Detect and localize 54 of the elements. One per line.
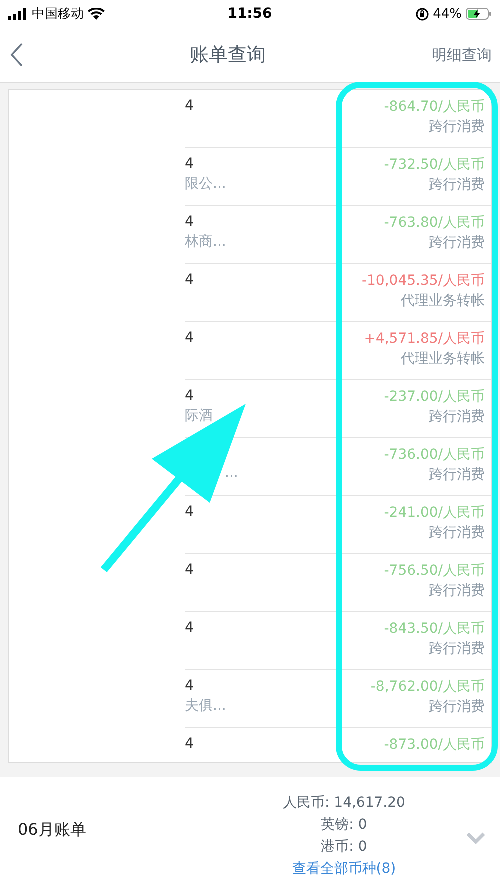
transaction-count: 4 — [185, 388, 195, 406]
transaction-type: 跨行消费 — [429, 466, 485, 484]
transaction-count: 4 — [185, 98, 194, 116]
clock-time: 11:56 — [228, 6, 272, 22]
transaction-amount: -873.00/人民币 — [384, 736, 485, 754]
transaction-amount: -864.70/人民币 — [384, 98, 485, 116]
transaction-count: 4 — [185, 330, 194, 348]
currency-total: 人民币: 14,617.20 — [283, 794, 406, 812]
transaction-type: 跨行消费 — [429, 640, 485, 658]
transaction-amount: -756.50/人民币 — [384, 562, 485, 580]
carrier-name: 中国移动 — [32, 6, 84, 23]
transaction-count: 4 — [185, 156, 195, 174]
transaction-amount: -736.00/人民币 — [384, 446, 485, 464]
merchant-name: 限公... — [185, 175, 226, 193]
transaction-amount: -237.00/人民币 — [384, 388, 485, 406]
month-bill-label: 06月账单 — [18, 820, 88, 841]
transaction-amount: -241.00/人民币 — [384, 504, 485, 522]
transaction-amount: -843.50/人民币 — [384, 620, 485, 638]
transaction-amount: -8,762.00/人民币 — [370, 678, 485, 696]
transaction-type: 跨行消费 — [429, 698, 485, 716]
battery-icon — [466, 8, 492, 20]
transaction-count: 4 — [185, 736, 194, 754]
all-currencies-link[interactable]: 查看全部币种(8) — [292, 860, 396, 878]
signal-icon — [8, 8, 28, 20]
merchant-name: 际酒 — [185, 407, 213, 425]
wifi-icon — [88, 8, 105, 20]
back-icon[interactable] — [10, 43, 24, 67]
transaction-type: 代理业务转帐 — [401, 350, 485, 368]
detail-query-link[interactable]: 明细查询 — [432, 46, 492, 64]
transaction-count: 4 — [185, 272, 194, 290]
merchant-name: 夫俱... — [185, 697, 226, 715]
transaction-type: 跨行消费 — [429, 234, 485, 252]
rotation-lock-icon — [416, 8, 430, 20]
transaction-amount: -732.50/人民币 — [384, 156, 485, 174]
transaction-count: 4 — [185, 562, 194, 580]
transaction-amount: -10,045.35/人民币 — [362, 272, 485, 290]
transaction-amount: +4,571.85/人民币 — [364, 330, 485, 348]
merchant-name: 林商... — [185, 233, 226, 251]
transaction-amount: -763.80/人民币 — [384, 214, 485, 232]
currency-total: 英镑: 0 — [321, 816, 368, 834]
transaction-type: 跨行消费 — [429, 176, 485, 194]
currency-total: 港币: 0 — [321, 838, 368, 856]
battery-percent: 44% — [433, 6, 462, 22]
transaction-type: 跨行消费 — [429, 582, 485, 600]
transaction-type: 跨行消费 — [429, 408, 485, 426]
transaction-count: 4 — [185, 620, 194, 638]
transaction-type: 跨行消费 — [429, 524, 485, 542]
transaction-count: 4 — [185, 504, 194, 522]
transaction-count: 4 — [185, 214, 195, 232]
transaction-count: 4 — [185, 678, 195, 696]
merchant-name: ... — [225, 465, 238, 481]
transaction-type: 代理业务转帐 — [401, 292, 485, 310]
page-title: 账单查询 — [190, 43, 266, 68]
transaction-type: 跨行消费 — [429, 118, 485, 136]
